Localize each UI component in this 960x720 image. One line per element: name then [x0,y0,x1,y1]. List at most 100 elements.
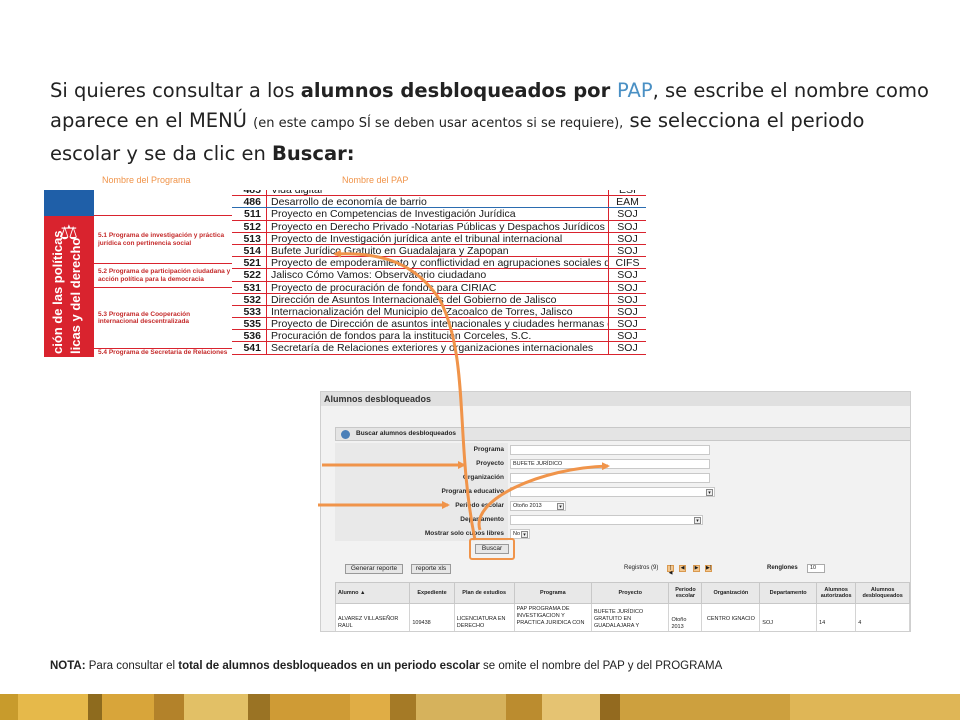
catalog-row: 532 Dirección de Asuntos Internacionales … [232,293,646,306]
cell-proyecto: BUFETE JURÍDICO GRATUITO EN GUADALAJARA … [591,603,670,631]
field-row-proyecto: Proyecto BUFETE JURÍDICO [335,457,910,471]
cell-desbloqueados: 4 [855,603,910,631]
catalog-cell-dep: EAM [608,196,646,208]
buscar-button[interactable]: Buscar [475,544,509,554]
search-panel-title: Buscar alumnos desbloqueados [356,430,457,437]
periodo-select[interactable]: Otoño 2013 ▾ [510,501,566,511]
catalog-row: 514 Bufete Jurídico Gratuito en Guadalaja… [232,244,646,258]
stripe-segment [248,694,270,720]
table-row[interactable]: ALVAREZ VILLASEÑOR RAUL 109438 LICENCIAT… [334,603,910,631]
catalog-cell-name: Procuración de fondos para la institució… [271,330,532,342]
col-organizacion[interactable]: Organización [701,582,761,604]
stripe-segment [18,694,88,720]
catalog-cell-num: 512 [232,220,267,233]
catalog-cell-num: 536 [232,330,267,342]
chevron-down-icon[interactable]: ▾ [694,517,701,524]
catalog-row: 536 Procuración de fondos para la institu… [232,330,646,343]
catalog-row: 486 Desarrollo de economía de barrio EAM [232,196,646,209]
col-programa[interactable]: Programa [513,582,593,604]
stripe-segment [88,694,102,720]
catalog-row: 522 Jalisco Cómo Vamos: Observatorio ciud… [232,269,646,282]
catalog-cell-name: Proyecto de Dirección de asuntos interna… [271,318,608,330]
system-screenshot: Alumnos desbloqueados Buscar alumnos des… [320,391,911,632]
footer-stripe [0,694,960,720]
col-departamento[interactable]: Departamento [759,582,818,604]
col-plan[interactable]: Plan de estudios [453,582,515,604]
col-autorizados[interactable]: Alumnos autorizados [816,582,857,604]
catalog-cell-name: Proyecto de procuración de fondos para C… [271,281,497,293]
catalog-band-text: ción de las políticas licas y del derecho [50,230,83,354]
organizacion-input[interactable] [510,473,710,483]
catalog-row: 541 Secretaría de Relaciones exteriores y… [232,342,646,355]
search-panel-header[interactable]: Buscar alumnos desbloqueados [335,427,910,441]
proyecto-input[interactable]: BUFETE JURÍDICO [510,459,710,469]
chevron-down-icon[interactable]: ▾ [557,503,564,510]
field-row-cupos: Mostrar solo cupos libres No ▾ [335,527,910,541]
catalog-cell-name: Desarrollo de economía de barrio [271,196,427,208]
instruction-text: Si quieres consultar a los alumnos desbl… [50,76,930,169]
programa-label: Programa [335,443,508,457]
reporte-xls-button[interactable]: reporte xls [411,564,451,574]
cell-programa: PAP PROGRAMA DE INVESTIGACION Y PRACTICA… [513,603,593,631]
catalog-cell-num: 511 [232,208,267,220]
catalog-cell-num: 486 [232,196,267,208]
programa-educativo-label: Programa educativo [335,485,508,499]
instruction-buscar: Buscar: [272,142,355,165]
buscar-highlight: Buscar [469,538,515,560]
catalog-cell-name: Secretaría de Relaciones exteriores y or… [271,342,594,354]
catalog-header-pap: Nombre del PAP [342,175,409,185]
stripe-segment [102,694,154,720]
stripe-segment [390,694,416,720]
catalog-cell-num: 532 [232,293,267,306]
note-part: Para consultar el [85,660,179,672]
programa-educativo-select[interactable]: ▾ [510,487,715,497]
instruction-pap: PAP [617,79,653,102]
organizacion-label: Organización [335,471,508,485]
catalog-cell-num: 541 [232,342,267,354]
catalog-program-blank [94,190,232,215]
generar-reporte-button[interactable]: Generar reporte [345,564,403,574]
note-label: NOTA: [50,660,86,672]
catalog-row: 535 Proyecto de Dirección de asuntos inte… [232,318,646,331]
next-page-button[interactable]: ▶ [693,565,700,572]
catalog-row: 521 Proyecto de empoderamiento y conflict… [232,257,646,270]
col-alumno[interactable]: Alumno ▲ [334,582,411,604]
cell-plan: LICENCIATURA EN DERECHO [453,603,515,631]
stripe-segment [620,694,790,720]
stripe-segment [350,694,390,720]
system-title: Alumnos desbloqueados [321,392,910,406]
catalog-cell-dep: SOJ [608,232,646,245]
col-periodo[interactable]: Periodo escolar [668,582,703,604]
last-page-button[interactable]: ▶| [705,565,712,572]
catalog-cell-dep: SOJ [608,281,646,294]
col-expediente[interactable]: Expediente [409,582,455,604]
results-header-row: Alumno ▲ Expediente Plan de estudios Pro… [334,582,910,604]
collapse-icon[interactable] [341,430,350,439]
catalog-cell-dep: SOJ [608,208,646,220]
catalog-cell-name: Proyecto de Investigación jurídica ante … [271,232,563,244]
catalog-header-program: Nombre del Programa [102,175,191,185]
prev-page-button[interactable]: ◀ [679,565,686,572]
col-desbloqueados[interactable]: Alumnos desbloqueados [855,582,910,604]
chevron-down-icon[interactable]: ▾ [706,489,713,496]
catalog-row: 533 Internacionalización del Municipio de… [232,305,646,319]
catalog-cell-dep: SOJ [608,269,646,281]
chevron-down-icon[interactable]: ▾ [521,531,528,538]
stripe-segment [506,694,542,720]
registros-count: Registros (9) [624,565,659,571]
catalog-cell-num: 513 [232,232,267,245]
proyecto-label: Proyecto [335,457,508,471]
catalog-cell-dep: SOJ [608,293,646,306]
catalog-cell-dep: CIFS [608,257,646,269]
departamento-label: Departamento [335,513,508,527]
renglones-select[interactable]: 10 [807,564,825,573]
catalog-side-band: ⚖ ción de las políticas licas y del derec… [44,190,94,357]
catalog-program-item: 5.2 Programa de participación ciudadana … [94,263,232,287]
programa-input[interactable] [510,445,710,455]
col-proyecto[interactable]: Proyecto [591,582,670,604]
first-page-button[interactable]: |◀ [667,565,674,576]
cell-periodo: Otoño 2013 [668,603,703,631]
renglones-label: Renglones [767,565,798,571]
note-part: se omite el nombre del PAP y del PROGRAM… [479,660,723,672]
departamento-select[interactable]: ▾ [510,515,703,525]
